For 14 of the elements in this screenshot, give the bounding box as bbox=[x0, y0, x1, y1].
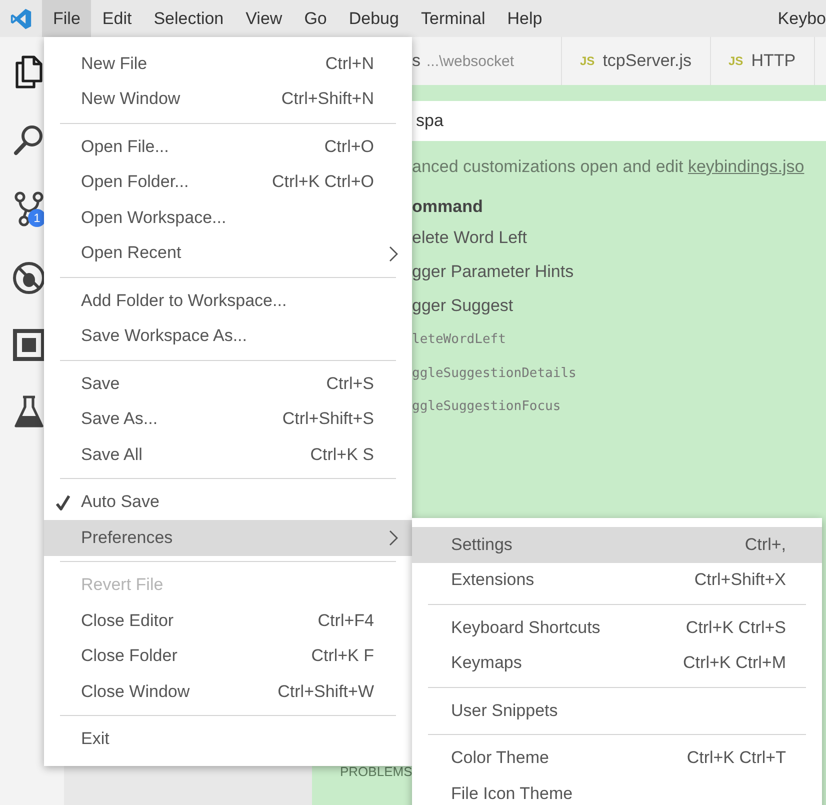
command-name: gger Parameter Hints bbox=[412, 261, 574, 283]
command-id: ggleSuggestionFocus bbox=[412, 398, 561, 416]
js-file-icon: JS bbox=[728, 54, 744, 68]
command-name: elete Word Left bbox=[412, 227, 527, 249]
tab-path: ...\websocket bbox=[426, 52, 514, 70]
tab-label: s bbox=[412, 51, 420, 71]
tab-label: HTTP bbox=[751, 51, 796, 71]
window-title: Keybo bbox=[778, 8, 826, 28]
command-id: leteWordLeft bbox=[412, 331, 506, 349]
command-name: gger Suggest bbox=[412, 295, 514, 317]
js-file-icon: JS bbox=[580, 54, 595, 68]
column-header: ommand bbox=[411, 197, 483, 217]
tab-label: tcpServer.js bbox=[602, 51, 692, 71]
command-id: ggleSuggestionDetails bbox=[412, 364, 576, 382]
